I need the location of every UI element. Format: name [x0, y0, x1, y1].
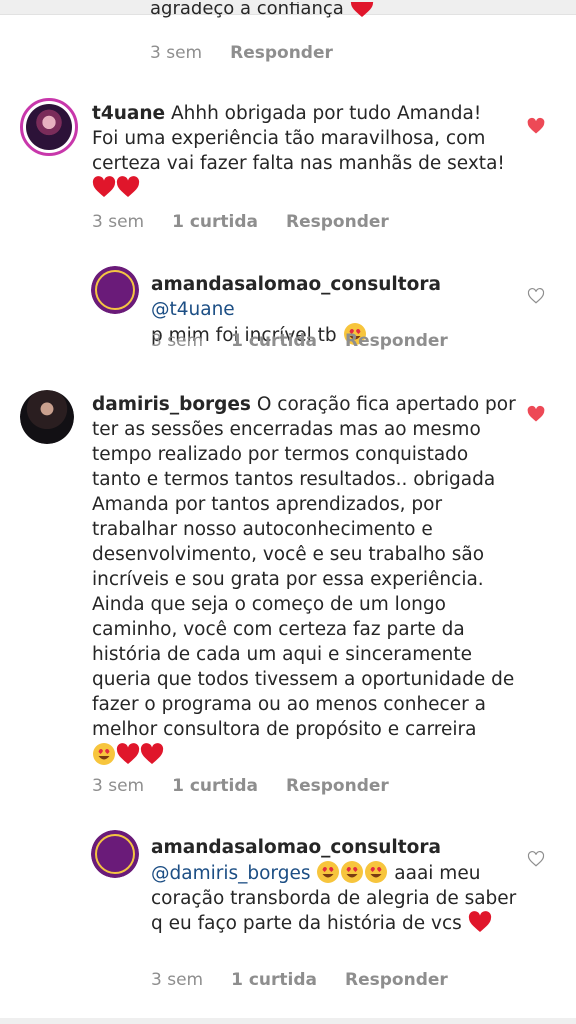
- username-link[interactable]: t4uane: [92, 103, 165, 124]
- heart-eyes-emoji: [364, 860, 388, 884]
- comment-meta: 3 sem 1 curtida Responder: [151, 970, 476, 990]
- reply-button[interactable]: Responder: [230, 43, 333, 63]
- partial-comment-meta: 3 sem Responder: [150, 43, 361, 63]
- comment-time: 3 sem: [151, 970, 204, 990]
- avatar[interactable]: [91, 266, 139, 314]
- heart-eyes-emoji: [340, 860, 364, 884]
- red-heart-emoji: [468, 911, 492, 933]
- heart-eyes-emoji: [316, 860, 340, 884]
- reply-button[interactable]: Responder: [345, 331, 448, 351]
- comment-time: 3 sem: [151, 331, 204, 351]
- red-heart-emoji: [116, 176, 140, 198]
- likes-count[interactable]: 1 curtida: [172, 212, 258, 232]
- reply-button[interactable]: Responder: [286, 212, 389, 232]
- comment-body: damiris_borges O coração fica apertado p…: [92, 392, 516, 768]
- red-heart-emoji: [350, 2, 374, 18]
- comment-time: 3 sem: [92, 212, 145, 232]
- reply-button[interactable]: Responder: [286, 776, 389, 796]
- avatar[interactable]: [20, 390, 74, 444]
- emoji-hearts: [92, 178, 140, 199]
- likes-count[interactable]: 1 curtida: [231, 331, 317, 351]
- heart-icon[interactable]: [527, 850, 545, 868]
- red-heart-emoji: [92, 176, 116, 198]
- heart-icon[interactable]: [527, 405, 545, 423]
- comment-meta: 3 sem 1 curtida Responder: [92, 776, 417, 796]
- red-heart-emoji: [116, 743, 140, 765]
- username-link[interactable]: amandasalomao_consultora: [151, 274, 441, 295]
- heart-icon[interactable]: [527, 287, 545, 305]
- partial-comment: agradeço a confiança: [150, 2, 550, 30]
- mention-link[interactable]: @t4uane: [151, 299, 235, 320]
- smiling-face-with-hearts-emoji: [92, 742, 116, 766]
- comment-body: t4uane Ahhh obrigada por tudo Amanda! Fo…: [92, 101, 512, 201]
- avatar[interactable]: [20, 98, 78, 156]
- comment-meta: 3 sem 1 curtida Responder: [151, 331, 476, 351]
- likes-count[interactable]: 1 curtida: [172, 776, 258, 796]
- comment-meta: 3 sem 1 curtida Responder: [92, 212, 417, 232]
- comment-body: amandasalomao_consultora @damiris_borges…: [151, 835, 519, 936]
- comment-time: 3 sem: [150, 43, 203, 63]
- username-link[interactable]: damiris_borges: [92, 394, 251, 415]
- partial-comment-text: agradeço a confiança: [150, 2, 344, 19]
- red-heart-emoji: [140, 743, 164, 765]
- heart-icon[interactable]: [527, 117, 545, 135]
- likes-count[interactable]: 1 curtida: [231, 970, 317, 990]
- reply-button[interactable]: Responder: [345, 970, 448, 990]
- bottom-edge: [0, 1018, 576, 1024]
- comment-time: 3 sem: [92, 776, 145, 796]
- emoji-group: [92, 745, 164, 766]
- username-link[interactable]: amandasalomao_consultora: [151, 837, 441, 858]
- mention-link[interactable]: @damiris_borges: [151, 863, 310, 884]
- avatar[interactable]: [91, 830, 139, 878]
- comment-text: O coração fica apertado por ter as sessõ…: [92, 394, 516, 740]
